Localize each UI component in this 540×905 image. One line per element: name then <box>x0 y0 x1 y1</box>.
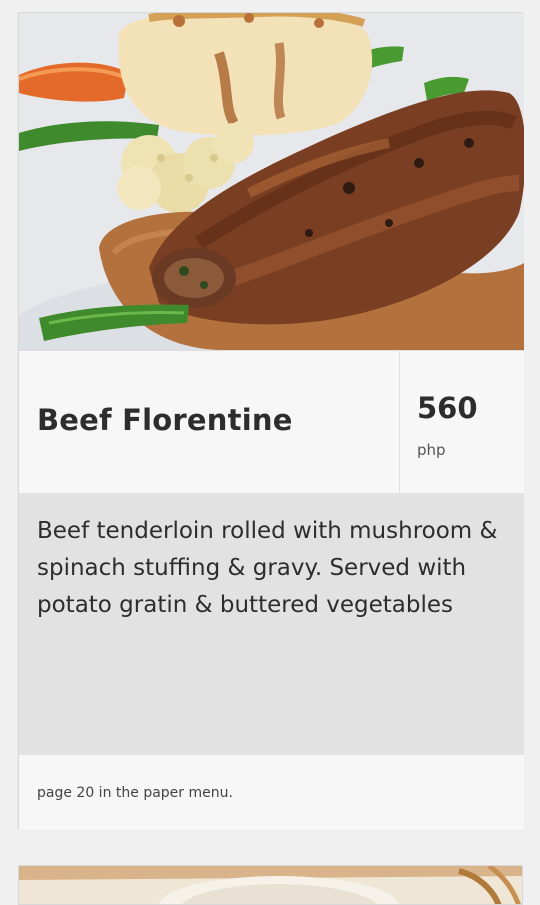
dish-photo <box>19 13 524 350</box>
item-header: Beef Florentine 560 php <box>19 350 524 494</box>
dish-photo-illustration <box>19 13 524 350</box>
price-currency: php <box>417 441 446 459</box>
item-description-text: Beef tenderloin rolled with mushroom & s… <box>37 518 498 618</box>
next-menu-item-card[interactable] <box>18 865 523 905</box>
item-name: Beef Florentine <box>37 403 293 437</box>
item-footer: page 20 in the paper menu. <box>19 755 524 830</box>
item-description: Beef tenderloin rolled with mushroom & s… <box>19 493 524 755</box>
price-box: 560 php <box>399 351 524 494</box>
menu-item-card[interactable]: Beef Florentine 560 php Beef tenderloin … <box>18 12 524 830</box>
next-dish-photo <box>19 866 522 904</box>
menu-page-reference: page 20 in the paper menu. <box>37 785 233 801</box>
item-price: 560 <box>417 391 478 425</box>
